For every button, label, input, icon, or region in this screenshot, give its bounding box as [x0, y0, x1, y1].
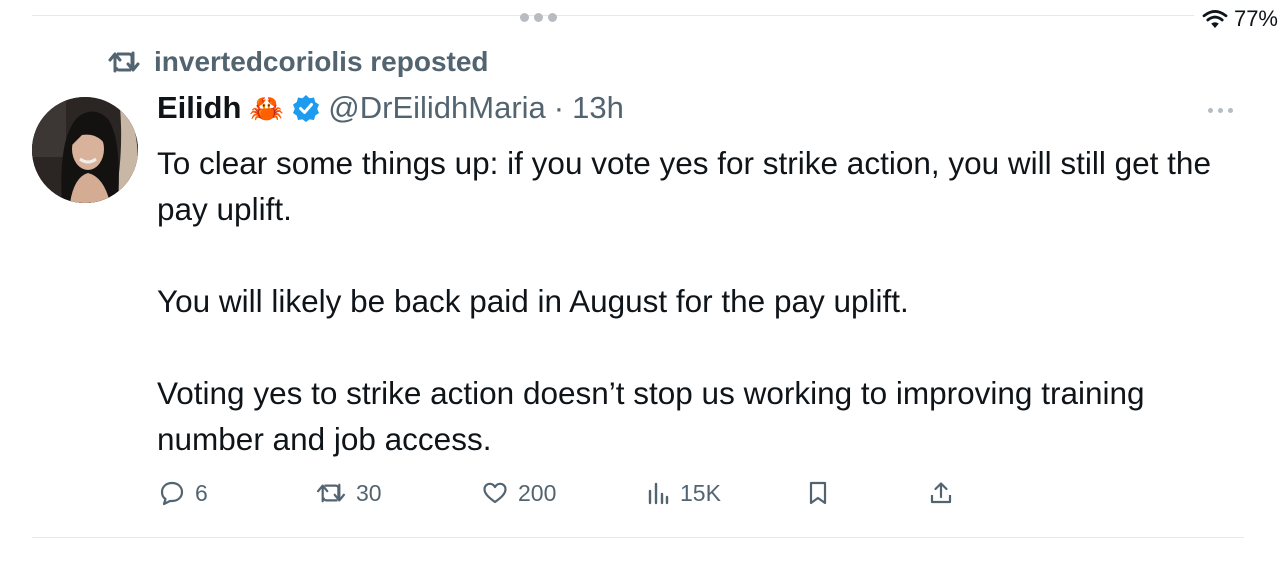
- more-options-icon[interactable]: [1208, 108, 1233, 113]
- heart-icon: [483, 482, 507, 504]
- reply-icon: [160, 481, 184, 506]
- repost-count: 30: [356, 479, 382, 506]
- top-divider: [32, 15, 1194, 16]
- tweet-header: Eilidh 🦀 @DrEilidhMaria · 13h: [157, 90, 624, 126]
- multitasking-dots-icon[interactable]: [520, 13, 557, 22]
- bookmark-button[interactable]: [806, 478, 830, 508]
- tweet-paragraph: To clear some things up: if you vote yes…: [157, 145, 1211, 227]
- share-button[interactable]: [928, 478, 954, 508]
- bookmark-icon: [809, 481, 827, 505]
- author-avatar[interactable]: [32, 97, 138, 203]
- author-handle[interactable]: @DrEilidhMaria: [328, 90, 546, 126]
- share-icon: [930, 482, 952, 504]
- reply-count: 6: [195, 479, 208, 506]
- like-count: 200: [518, 479, 557, 506]
- views-count: 15K: [680, 479, 721, 506]
- crab-emoji: 🦀: [249, 92, 285, 124]
- wifi-icon: [1202, 10, 1228, 28]
- tweet-text: To clear some things up: if you vote yes…: [157, 140, 1257, 462]
- views-button[interactable]: 15K: [646, 478, 721, 508]
- analytics-icon: [648, 482, 669, 505]
- verified-badge-icon[interactable]: [292, 94, 320, 122]
- repost-button[interactable]: 30: [316, 478, 382, 508]
- reply-button[interactable]: 6: [159, 478, 208, 508]
- author-name[interactable]: Eilidh: [157, 90, 241, 126]
- tweet-timestamp[interactable]: 13h: [572, 90, 624, 126]
- repost-context[interactable]: invertedcoriolis reposted: [108, 46, 489, 78]
- repost-icon: [316, 483, 346, 503]
- repost-label: invertedcoriolis reposted: [154, 46, 489, 77]
- tweet-paragraph: Voting yes to strike action doesn’t stop…: [157, 375, 1145, 457]
- battery-level: 77%: [1233, 6, 1278, 31]
- tweet-paragraph: You will likely be back paid in August f…: [157, 283, 909, 319]
- bottom-divider: [32, 537, 1244, 538]
- repost-icon: [108, 51, 140, 73]
- status-bar: 77%: [1202, 6, 1278, 32]
- separator-dot: ·: [553, 90, 565, 125]
- like-button[interactable]: 200: [482, 478, 556, 508]
